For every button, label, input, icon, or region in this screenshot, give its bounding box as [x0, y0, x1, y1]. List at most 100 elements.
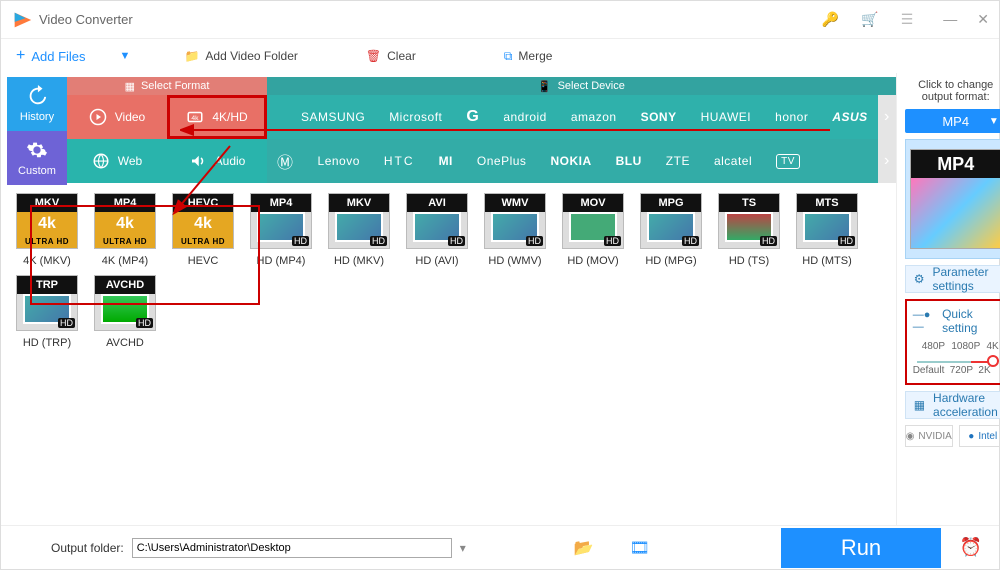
nvidia-button[interactable]: ◉NVIDIA — [905, 425, 953, 447]
brand-sony[interactable]: SONY — [641, 110, 677, 124]
format-item-hd-trp-[interactable]: TRPHDHD (TRP) — [11, 275, 83, 349]
scale-2k: 2K — [978, 365, 990, 376]
format-item-avchd[interactable]: AVCHDHDAVCHD — [89, 275, 161, 349]
select-device-label: Select Device — [558, 80, 625, 92]
format-item-hd-mts-[interactable]: MTSHDHD (MTS) — [791, 193, 863, 267]
clear-button[interactable]: 🗑 Clear — [366, 49, 416, 63]
output-folder-dropdown[interactable]: ▾ — [460, 541, 466, 555]
output-preview[interactable]: MP4 — [905, 139, 1000, 259]
custom-tab[interactable]: Custom — [7, 131, 67, 185]
uhd-4k-label: 4k — [38, 215, 56, 233]
history-tab[interactable]: History — [7, 77, 67, 131]
trash-icon: 🗑 — [366, 49, 381, 63]
format-label: HD (MKV) — [334, 255, 384, 267]
cart-icon[interactable]: 🛒 — [861, 11, 878, 28]
format-item-hd-mp4-[interactable]: MP4HDHD (MP4) — [245, 193, 317, 267]
format-label: HD (TRP) — [23, 337, 71, 349]
format-thumb: MP4HD — [250, 193, 312, 249]
add-folder-button[interactable]: 📁 Add Video Folder — [184, 49, 297, 63]
hd-badge: HD — [604, 236, 621, 246]
brand-scroll-right-2[interactable]: › — [878, 139, 896, 183]
format-top-label: MKV — [329, 194, 389, 212]
clear-label: Clear — [387, 49, 416, 63]
quick-setting-panel: —●— Quick setting . 480P 1080P 4K Defaul… — [905, 299, 1000, 385]
format-label: HD (MOV) — [567, 255, 618, 267]
format-item-hd-wmv-[interactable]: WMVHD HD (WMV) — [479, 193, 551, 267]
output-folder-input[interactable] — [132, 538, 452, 558]
category-audio[interactable]: Audio — [167, 139, 267, 183]
brand-scroll-right[interactable]: › — [878, 95, 896, 139]
motorola-icon[interactable]: Ⓜ — [277, 149, 294, 173]
format-item-hd-mkv-[interactable]: MKV HD HD (MKV) — [323, 193, 395, 267]
brand-alcatel[interactable]: alcatel — [714, 154, 752, 168]
quick-setting-slider[interactable]: . 480P 1080P 4K Default 720P 2K . — [913, 341, 999, 375]
category-4khd[interactable]: 4k 4K/HD — [167, 95, 267, 139]
brand-htc[interactable]: HTC — [384, 154, 415, 168]
brand-mi[interactable]: MI — [439, 154, 453, 168]
format-item-hd-ts-[interactable]: TSHDHD (TS) — [713, 193, 785, 267]
run-button[interactable]: Run — [781, 528, 941, 568]
format-item-4k-mkv-[interactable]: MKV4kULTRA HD4K (MKV) — [11, 193, 83, 267]
intel-button[interactable]: ●Intel — [959, 425, 1000, 447]
format-item-hd-mpg-[interactable]: MPGHDHD (MPG) — [635, 193, 707, 267]
hardware-acceleration-button[interactable]: ▦ Hardware acceleration — [905, 391, 1000, 419]
brand-lenovo[interactable]: Lenovo — [318, 154, 360, 168]
brand-google[interactable]: G — [466, 108, 479, 126]
scale-720p: 720P — [950, 365, 973, 376]
add-files-dropdown[interactable]: ▼ — [120, 50, 131, 62]
merge-icon: ⧉ — [504, 49, 513, 64]
format-thumb: WMVHD — [484, 193, 546, 249]
format-top-label: AVCHD — [95, 276, 155, 294]
format-label: HD (WMV) — [488, 255, 541, 267]
category-video[interactable]: Video — [67, 95, 167, 139]
brand-asus[interactable]: ASUS — [832, 110, 867, 124]
format-header-icon: ▦ — [125, 80, 135, 93]
chip-icon: ▦ — [914, 398, 925, 412]
brand-honor[interactable]: honor — [775, 110, 808, 124]
format-top-label: HEVC — [173, 194, 233, 212]
key-icon[interactable]: 🔑 — [822, 11, 839, 28]
bottom-bar: Output folder: ▾ 📂 🎞 Run ⏰ — [1, 525, 999, 569]
nvidia-icon: ◉ — [906, 431, 915, 442]
brand-blu[interactable]: BLU — [616, 154, 642, 168]
format-item-hd-avi-[interactable]: AVIHDHD (AVI) — [401, 193, 473, 267]
format-item-4k-mp4-[interactable]: MP44kULTRA HD4K (MP4) — [89, 193, 161, 267]
merge-button[interactable]: ⧉ Merge — [504, 49, 553, 64]
output-format-selected: MP4 — [942, 114, 969, 129]
brand-nokia[interactable]: NOKIA — [550, 154, 591, 168]
minimize-button[interactable]: — — [943, 11, 957, 28]
parameter-settings-button[interactable]: ⚙ Parameter settings — [905, 265, 1000, 293]
close-button[interactable]: ✕ — [977, 11, 989, 28]
brand-amazon[interactable]: amazon — [571, 110, 617, 124]
hd-badge: HD — [370, 236, 387, 246]
format-thumb: MP44kULTRA HD — [94, 193, 156, 249]
app-logo: Video Converter — [11, 9, 133, 31]
film-icon[interactable]: 🎞 — [630, 538, 650, 558]
format-top-label: MKV — [17, 194, 77, 212]
output-format-hint: Click to change output format: — [905, 79, 1000, 103]
plus-icon: + — [16, 47, 25, 65]
format-item-hevc[interactable]: HEVC4kULTRA HDHEVC — [167, 193, 239, 267]
format-item-hd-mov-[interactable]: MOVHDHD (MOV) — [557, 193, 629, 267]
brand-oneplus[interactable]: OnePlus — [477, 154, 527, 168]
category-web[interactable]: Web — [67, 139, 167, 183]
brand-zte[interactable]: ZTE — [666, 154, 690, 168]
right-panel: Click to change output format: MP4 ▼ MP4… — [896, 73, 1000, 525]
brand-android[interactable]: android — [503, 110, 547, 124]
open-folder-icon[interactable]: 📂 — [574, 538, 594, 558]
format-top-label: TS — [719, 194, 779, 212]
titlebar: Video Converter 🔑 🛒 ☰ — ✕ — [1, 1, 999, 39]
format-thumb: MKV4kULTRA HD — [16, 193, 78, 249]
tv-icon[interactable]: TV — [776, 154, 800, 169]
menu-icon[interactable]: ☰ — [901, 11, 914, 28]
brand-huawei[interactable]: HUAWEI — [701, 110, 752, 124]
uhd-4k-label: 4k — [194, 215, 212, 233]
format-thumb: AVCHDHD — [94, 275, 156, 331]
alarm-icon[interactable]: ⏰ — [949, 537, 993, 558]
brand-microsoft[interactable]: Microsoft — [389, 110, 442, 124]
category-web-label: Web — [118, 154, 142, 168]
format-label: AVCHD — [106, 337, 144, 349]
output-format-dropdown[interactable]: MP4 ▼ — [905, 109, 1000, 133]
add-files-button[interactable]: + Add Files — [16, 47, 86, 65]
brand-samsung[interactable]: SAMSUNG — [301, 110, 365, 124]
